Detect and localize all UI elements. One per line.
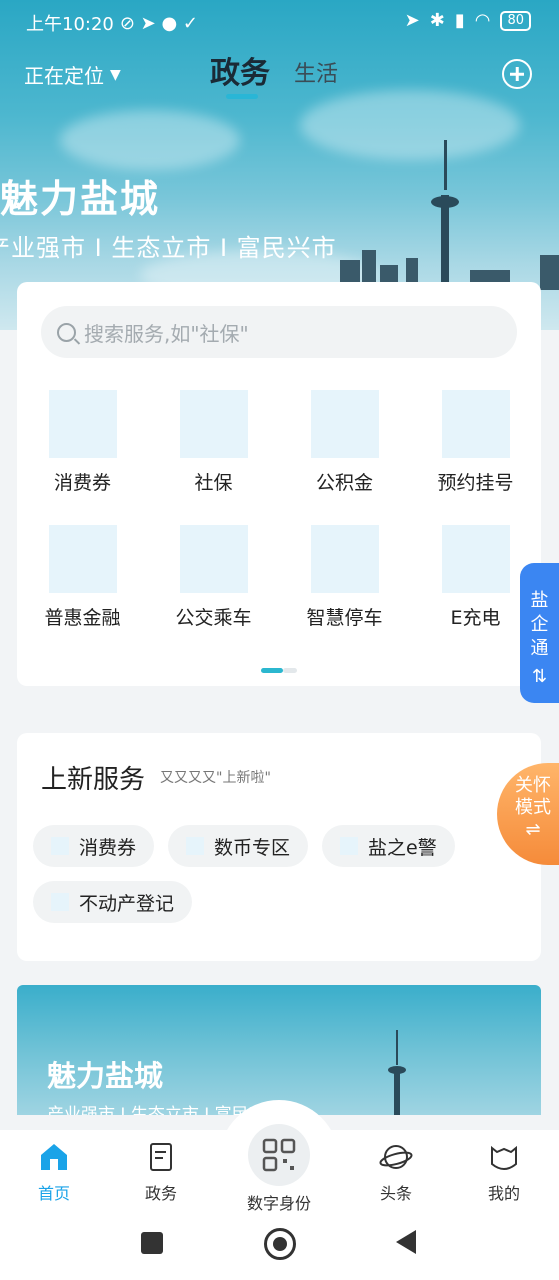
search-placeholder: 搜索服务,如"社保" [84, 321, 249, 346]
chip-label: 消费券 [79, 836, 137, 859]
housing-fund-icon [310, 390, 379, 458]
page-indicator [261, 668, 297, 673]
bluetooth-icon: ✱ [429, 10, 445, 31]
banner-title: 魅力盐城 [47, 1059, 164, 1093]
profile-icon [491, 1145, 517, 1170]
location-selector[interactable]: 正在定位 ▼ [24, 60, 121, 89]
service-item-social-security[interactable]: 社保 [148, 390, 279, 495]
swap-icon: ⇌ [525, 819, 541, 840]
service-label: 普惠金融 [44, 607, 121, 629]
add-icon[interactable] [502, 59, 532, 89]
chip-police[interactable]: 盐之e警 [322, 825, 455, 867]
service-item-appointment[interactable]: 预约挂号 [410, 390, 541, 495]
service-label: 预约挂号 [437, 472, 514, 494]
service-card: 搜索服务,如"社保" 消费券 社保 公积金 预约挂号 普惠金融 公交乘车 智慧停… [17, 282, 541, 686]
nav-label: 政务 [144, 1184, 177, 1203]
battery-icon: 80 [500, 10, 531, 31]
new-services-subtitle: 又又又又"上新啦" [160, 770, 271, 786]
chip-label: 盐之e警 [368, 836, 437, 859]
chip-coupon[interactable]: 消费券 [33, 825, 155, 867]
nav-digital-id[interactable]: 数字身份 [219, 1100, 339, 1220]
service-label: 智慧停车 [306, 607, 383, 629]
social-security-icon [179, 390, 248, 458]
back-button[interactable] [396, 1230, 416, 1254]
coupon-icon [48, 390, 117, 458]
charging-icon [441, 525, 510, 593]
police-icon [340, 837, 359, 855]
service-item-bus[interactable]: 公交乘车 [148, 525, 279, 630]
new-services-card: 上新服务 又又又又"上新啦" 消费券 数币专区 盐之e警 不动产登记 [17, 733, 541, 961]
location-label: 正在定位 [24, 64, 104, 88]
chip-digital-currency[interactable]: 数币专区 [168, 825, 309, 867]
bus-icon [179, 525, 248, 593]
nav-label: 首页 [37, 1184, 70, 1203]
service-item-finance[interactable]: 普惠金融 [17, 525, 148, 630]
top-bar: 正在定位 ▼ 政务 生活 [0, 48, 559, 99]
chip-real-estate[interactable]: 不动产登记 [33, 881, 193, 923]
page-dot-active [261, 668, 283, 673]
nav-profile[interactable]: 我的 [464, 1140, 544, 1204]
service-item-parking[interactable]: 智慧停车 [279, 525, 410, 630]
search-icon [57, 322, 76, 342]
nav-label: 数字身份 [246, 1194, 311, 1213]
real-estate-icon [51, 893, 69, 911]
signal-icon: ▮ [454, 10, 465, 31]
tower-illustration [388, 1030, 406, 1115]
hero-title: 魅力盐城 [0, 177, 161, 221]
hero-subtitle: 产业强市 I 生态立市 I 富民兴市 [0, 234, 337, 262]
system-nav-bar [0, 1218, 559, 1280]
appointment-icon [441, 390, 510, 458]
skyline-illustration [340, 140, 559, 290]
chip-label: 不动产登记 [79, 892, 175, 915]
chip-label: 数币专区 [214, 836, 291, 859]
digital-currency-icon [186, 837, 205, 855]
wifi-icon: ◠ [474, 10, 491, 31]
planet-icon [379, 1145, 413, 1169]
chevron-down-icon: ▼ [110, 66, 121, 83]
notification-icons: ⊘ ➤ ● ✓ [119, 12, 198, 34]
nav-label: 我的 [487, 1184, 520, 1203]
service-label: 公交乘车 [175, 607, 252, 629]
nav-headlines[interactable]: 头条 [356, 1140, 436, 1204]
new-services-title: 上新服务 [41, 765, 146, 795]
care-mode-label: 关怀模式 [515, 775, 551, 818]
location-status-icon: ➤ [404, 10, 420, 31]
tab-government[interactable]: 政务 [210, 48, 270, 92]
swap-icon: ⇅ [531, 666, 548, 687]
search-input[interactable]: 搜索服务,如"社保" [41, 306, 517, 358]
home-button[interactable] [264, 1228, 296, 1260]
document-icon [150, 1143, 172, 1171]
home-icon [41, 1144, 67, 1170]
finance-icon [48, 525, 117, 593]
service-label: 社保 [194, 472, 233, 494]
status-time: 上午10:20 [26, 14, 114, 35]
parking-icon [310, 525, 379, 593]
nav-home[interactable]: 首页 [14, 1140, 94, 1204]
bottom-nav: 首页 政务 数字身份 头条 我的 [0, 1100, 559, 1220]
page-dot [283, 668, 297, 673]
service-item-coupon[interactable]: 消费券 [17, 390, 148, 495]
tab-indicator [226, 94, 258, 99]
service-label: 消费券 [53, 472, 111, 494]
service-item-housing-fund[interactable]: 公积金 [279, 390, 410, 495]
promo-banner[interactable]: 魅力盐城 产业强市 I 生态立市 I 富民兴市 [17, 985, 541, 1115]
nav-label: 头条 [379, 1184, 412, 1203]
service-label: E充电 [450, 607, 501, 629]
coupon-icon [51, 837, 69, 855]
qr-code-icon [248, 1124, 310, 1186]
home-button-dot [273, 1237, 287, 1251]
side-tab-enterprise[interactable]: 盐企通 ⇅ [520, 563, 559, 703]
status-bar: 上午10:20 ⊘ ➤ ● ✓ ➤ ✱ ▮ ◠ 80 [0, 0, 559, 42]
service-label: 公积金 [315, 472, 373, 494]
side-tab-label: 盐企通 [530, 590, 549, 659]
nav-government[interactable]: 政务 [121, 1140, 201, 1204]
cloud-decoration [60, 110, 240, 170]
recent-apps-button[interactable] [141, 1232, 163, 1254]
tab-life[interactable]: 生活 [294, 56, 338, 92]
